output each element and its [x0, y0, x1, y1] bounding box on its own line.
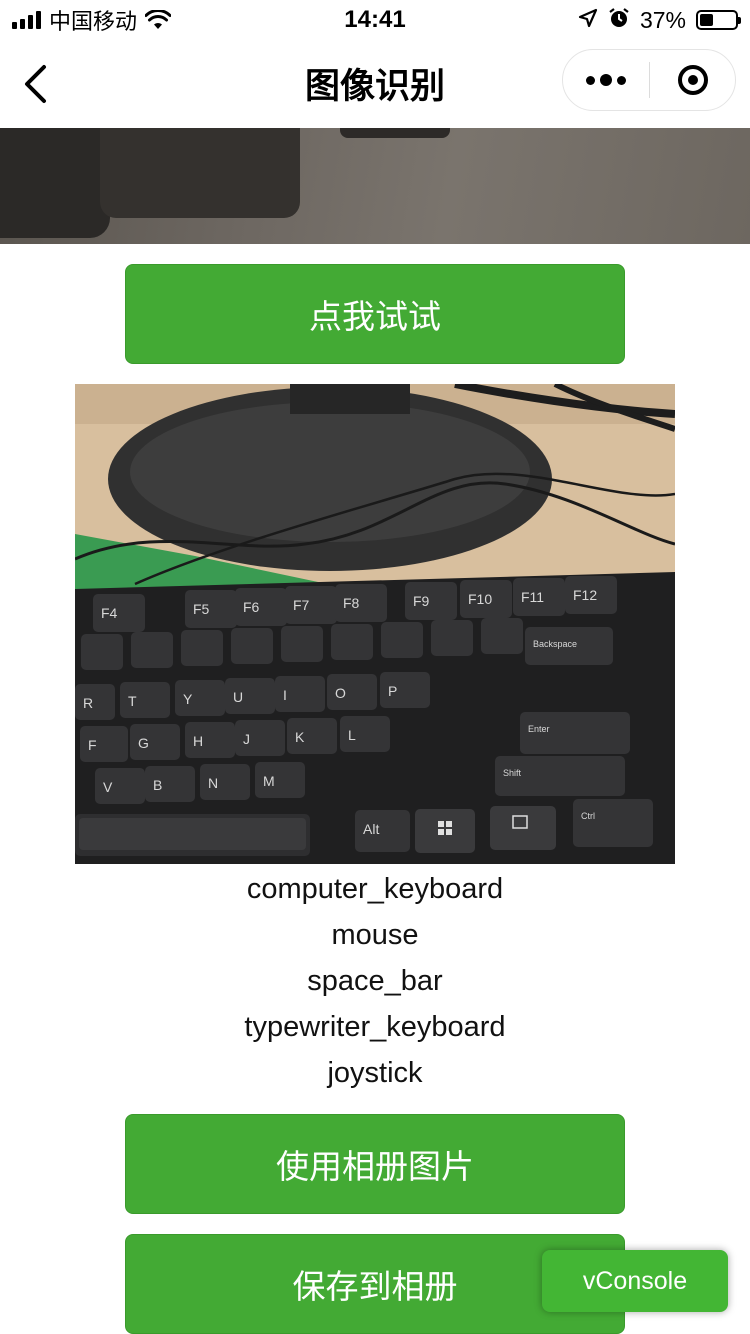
keyboard-key-label: Enter: [528, 724, 550, 734]
keyboard-key-label: K: [295, 729, 305, 745]
keyboard-key-label: I: [283, 687, 287, 703]
camera-preview-object: [100, 128, 300, 218]
keyboard-key-label: F: [88, 737, 97, 753]
more-dots-icon-center: [600, 74, 612, 86]
keyboard-key-label: F6: [243, 599, 260, 615]
keyboard-key: [431, 620, 473, 656]
keyboard-key-label: V: [103, 779, 113, 795]
keyboard-key-label: F10: [468, 591, 492, 607]
keyboard-key-label: F12: [573, 587, 597, 603]
keyboard-key: [381, 622, 423, 658]
close-mini-program-button[interactable]: [650, 50, 736, 110]
use-album-image-button[interactable]: 使用相册图片: [125, 1114, 625, 1214]
camera-preview[interactable]: [0, 128, 750, 244]
try-button[interactable]: 点我试试: [125, 264, 625, 364]
keyboard-key: [331, 624, 373, 660]
result-item: typewriter_keyboard: [244, 1011, 506, 1043]
recognition-results: computer_keyboard mouse space_bar typewr…: [0, 866, 750, 1096]
battery-icon: [696, 10, 741, 30]
status-bar: 中国移动 14:41 37%: [0, 0, 750, 40]
mini-program-capsule: [562, 49, 736, 111]
target-icon-dot: [688, 75, 698, 85]
keyboard-key-label: P: [388, 683, 397, 699]
camera-preview-object-edge: [340, 128, 450, 138]
keyboard-key-label: Ctrl: [581, 811, 595, 821]
keyboard-key-label: N: [208, 775, 218, 791]
battery-percent: 37%: [639, 6, 686, 33]
keyboard-key-label: F7: [293, 597, 310, 613]
keyboard-key: [281, 626, 323, 662]
keyboard-key: [231, 628, 273, 664]
keyboard-key: [75, 684, 115, 720]
result-item: computer_keyboard: [246, 873, 504, 905]
keyboard-key-label: Backspace: [533, 639, 577, 649]
keyboard-key-label: Alt: [363, 821, 379, 837]
keyboard-key-label: Y: [183, 691, 193, 707]
keyboard-key-label: L: [348, 727, 356, 743]
more-button[interactable]: [563, 50, 649, 110]
keyboard-key-label: T: [128, 693, 137, 709]
keyboard-key-label: O: [335, 685, 346, 701]
vconsole-button[interactable]: vConsole: [542, 1250, 728, 1312]
keyboard-key-label: B: [153, 777, 162, 793]
keyboard-key-label: F9: [413, 593, 430, 609]
camera-preview-shadow: [0, 128, 110, 238]
keyboard-key-label: Shift: [503, 768, 522, 778]
result-item: joystick: [327, 1057, 423, 1089]
keyboard-key-label: U: [233, 689, 243, 705]
captured-photo: F4 F5 F6 F7 F8 F9 F10 F11 F12 Backspace Enter Shift…: [75, 384, 675, 864]
keyboard-key-label: G: [138, 735, 149, 751]
battery-fill: [700, 14, 713, 26]
keyboard-key-label: F8: [343, 595, 360, 611]
more-dots-icon: [586, 75, 595, 85]
keyboard-key: [573, 799, 653, 847]
keyboard-key: [131, 632, 173, 668]
more-dots-icon-right: [617, 75, 626, 85]
alarm-icon: [608, 7, 630, 33]
keyboard-key-label: R: [83, 695, 93, 711]
location-icon: [578, 8, 598, 32]
keyboard-key: [81, 634, 123, 670]
result-item: space_bar: [307, 965, 443, 997]
keyboard-key-label: F11: [521, 589, 544, 605]
keyboard-key-label: F4: [101, 605, 118, 621]
nav-bar: 图像识别: [0, 40, 750, 128]
target-icon: [678, 65, 708, 95]
status-right: 37%: [578, 6, 741, 34]
keyboard-key-label: F5: [193, 601, 210, 617]
keyboard-key-label: H: [193, 733, 203, 749]
keyboard-key-label: J: [243, 731, 250, 747]
keyboard-key-label: M: [263, 773, 275, 789]
keyboard-key: [481, 618, 523, 654]
result-item: mouse: [331, 919, 419, 951]
keyboard-key: [181, 630, 223, 666]
